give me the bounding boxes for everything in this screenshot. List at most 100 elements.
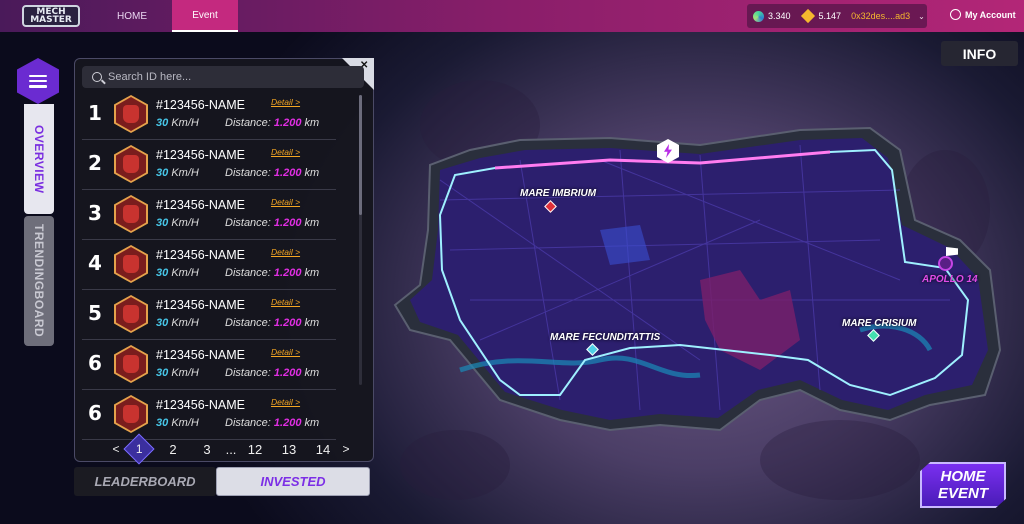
mech-avatar-icon (114, 345, 148, 383)
home-event-button[interactable]: HOME EVENT (920, 462, 1006, 508)
row-name: #123456-NAME (156, 198, 245, 212)
leaderboard-row[interactable]: 4 #123456-NAME Detail > 30 Km/H Distance: 1.… (82, 240, 336, 290)
next-page-button[interactable]: > (340, 442, 352, 456)
leaderboard-row[interactable]: 6 #123456-NAME Detail > 30 Km/H Distance: 1.… (82, 390, 336, 440)
map-label-mare-crisium[interactable]: MARE CRISIUM (842, 318, 916, 329)
tab-leaderboard[interactable]: LEADERBOARD (74, 467, 216, 496)
leaderboard-row[interactable]: 6 #123456-NAME Detail > 30 Km/H Distance: 1.… (82, 340, 336, 390)
speed-unit: Km/H (171, 367, 199, 379)
row-speed: 30 Km/H (156, 167, 199, 179)
scrollbar[interactable] (359, 95, 362, 385)
search-input[interactable] (108, 71, 348, 83)
mech-avatar-icon (114, 295, 148, 333)
row-name: #123456-NAME (156, 248, 245, 262)
my-account-button[interactable]: My Account (950, 9, 1016, 20)
tab-trendingboard-label: TRENDINGBOARD (32, 224, 46, 338)
detail-link[interactable]: Detail > (271, 147, 300, 157)
row-rank: 6 (88, 401, 102, 425)
page-button[interactable]: 13 (272, 442, 306, 457)
leaderboard-row[interactable]: 5 #123456-NAME Detail > 30 Km/H Distance: 1.… (82, 290, 336, 340)
row-speed: 30 Km/H (156, 367, 199, 379)
speed-value: 30 (156, 267, 169, 279)
speed-value: 30 (156, 167, 169, 179)
row-rank: 6 (88, 351, 102, 375)
speed-unit: Km/H (171, 217, 199, 229)
speed-value: 30 (156, 117, 169, 129)
tab-trendingboard[interactable]: TRENDINGBOARD (24, 216, 54, 346)
distance-unit: km (304, 217, 320, 229)
search-bar[interactable] (82, 66, 364, 88)
bnb-icon (800, 8, 815, 24)
distance-value: 1.200 (273, 117, 302, 129)
search-icon (92, 72, 102, 82)
row-distance: Distance: 1.200 km (225, 367, 319, 379)
detail-link[interactable]: Detail > (271, 197, 300, 207)
app-root: MARE IMBRIUM MARE FECUNDITATTIS MARE CRI… (0, 0, 1024, 524)
row-distance: Distance: 1.200 km (225, 267, 319, 279)
page-button[interactable]: 3 (190, 442, 224, 457)
scrollbar-thumb[interactable] (359, 95, 362, 215)
distance-label: Distance: (225, 317, 271, 329)
distance-label: Distance: (225, 367, 271, 379)
nav-home[interactable]: HOME (92, 0, 172, 32)
row-speed: 30 Km/H (156, 117, 199, 129)
pagination: < 1 2 3 ... 12 13 14 > (110, 433, 352, 465)
distance-value: 1.200 (273, 367, 302, 379)
tab-invested[interactable]: INVESTED (216, 467, 370, 496)
row-speed: 30 Km/H (156, 317, 199, 329)
page-current-label: 1 (135, 442, 143, 456)
leaderboard-row[interactable]: 3 #123456-NAME Detail > 30 Km/H Distance: 1.… (82, 190, 336, 240)
menu-icon (29, 74, 47, 88)
speed-unit: Km/H (171, 317, 199, 329)
distance-unit: km (304, 167, 320, 179)
wallet-dropdown[interactable]: 3.340 5.147 0x32des....ad3 ⌄ (747, 4, 927, 28)
row-rank: 1 (88, 101, 102, 125)
map-label-mare-fecunditattis[interactable]: MARE FECUNDITATTIS (550, 332, 660, 343)
distance-value: 1.200 (273, 267, 302, 279)
distance-label: Distance: (225, 417, 271, 429)
tab-overview[interactable]: OVERVIEW (24, 104, 54, 214)
prev-page-button[interactable]: < (110, 442, 122, 456)
location-pin-icon[interactable] (938, 256, 953, 271)
map-label-apollo-14[interactable]: APOLLO 14 (922, 274, 978, 285)
page-button[interactable]: 12 (238, 442, 272, 457)
row-distance: Distance: 1.200 km (225, 117, 319, 129)
bnb-balance: 5.147 (818, 11, 842, 21)
speed-value: 30 (156, 367, 169, 379)
row-distance: Distance: 1.200 km (225, 167, 319, 179)
row-name: #123456-NAME (156, 398, 245, 412)
nav-event[interactable]: Event (172, 0, 238, 32)
mech-avatar-icon (114, 245, 148, 283)
page-current[interactable]: 1 (123, 433, 155, 465)
leaderboard-row[interactable]: 1 #123456-NAME Detail > 30 Km/H Distance: 1.… (82, 90, 336, 140)
token-icon (753, 10, 764, 22)
distance-value: 1.200 (273, 167, 302, 179)
detail-link[interactable]: Detail > (271, 397, 300, 407)
distance-unit: km (304, 267, 320, 279)
page-button[interactable]: 14 (306, 442, 340, 457)
row-speed: 30 Km/H (156, 217, 199, 229)
row-distance: Distance: 1.200 km (225, 217, 319, 229)
distance-unit: km (304, 117, 320, 129)
page-button[interactable]: 2 (156, 442, 190, 457)
speed-unit: Km/H (171, 167, 199, 179)
detail-link[interactable]: Detail > (271, 347, 300, 357)
logo[interactable]: MECH MASTER (22, 5, 80, 27)
detail-link[interactable]: Detail > (271, 297, 300, 307)
account-label: My Account (965, 9, 1016, 20)
leaderboard-list: 1 #123456-NAME Detail > 30 Km/H Distance: 1.… (82, 90, 336, 440)
info-button[interactable]: INFO (941, 41, 1018, 66)
distance-label: Distance: (225, 267, 271, 279)
speed-value: 30 (156, 217, 169, 229)
leaderboard-row[interactable]: 2 #123456-NAME Detail > 30 Km/H Distance: 1.… (82, 140, 336, 190)
detail-link[interactable]: Detail > (271, 97, 300, 107)
speed-unit: Km/H (171, 267, 199, 279)
map-label-mare-imbrium[interactable]: MARE IMBRIUM (520, 188, 596, 199)
row-name: #123456-NAME (156, 298, 245, 312)
row-rank: 3 (88, 201, 102, 225)
distance-unit: km (304, 317, 320, 329)
row-rank: 5 (88, 301, 102, 325)
detail-link[interactable]: Detail > (271, 247, 300, 257)
chevron-down-icon: ⌄ (918, 11, 925, 21)
distance-label: Distance: (225, 167, 271, 179)
